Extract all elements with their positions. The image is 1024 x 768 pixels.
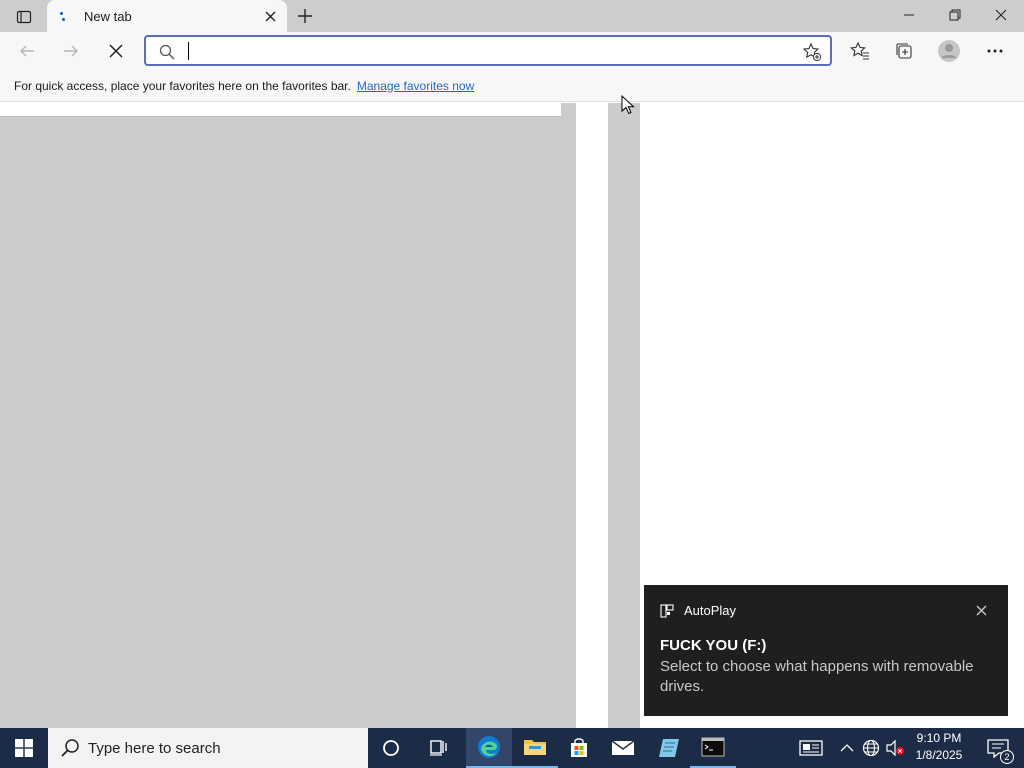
edge-taskbar-button[interactable] bbox=[466, 728, 512, 768]
chevron-up-icon bbox=[840, 744, 854, 752]
minimize-icon bbox=[904, 14, 914, 16]
clock-date: 1/8/2025 bbox=[915, 748, 963, 762]
notification-body: Select to choose what happens with remov… bbox=[660, 658, 974, 695]
tab-title: New tab bbox=[84, 8, 132, 24]
address-bar[interactable] bbox=[144, 35, 832, 66]
avatar-icon bbox=[938, 40, 960, 62]
more-options-icon bbox=[987, 49, 1003, 53]
add-favorite-button[interactable] bbox=[800, 40, 824, 64]
microsoft-store-button[interactable] bbox=[556, 728, 602, 768]
news-widget-button[interactable] bbox=[796, 728, 826, 768]
collections-button[interactable] bbox=[889, 36, 919, 66]
favorites-bar: For quick access, place your favorites h… bbox=[0, 70, 1024, 102]
edge-icon bbox=[478, 736, 500, 758]
terminal-button[interactable] bbox=[690, 728, 736, 768]
cortana-button[interactable] bbox=[368, 728, 414, 768]
favorites-bar-message: For quick access, place your favorites h… bbox=[14, 78, 351, 93]
microsoft-store-icon bbox=[571, 738, 587, 757]
text-caret bbox=[188, 42, 189, 60]
autoplay-notification[interactable]: AutoPlay FUCK YOU (F:) Select to choose … bbox=[644, 585, 1008, 716]
address-input[interactable] bbox=[186, 40, 786, 62]
tab-actions-button[interactable] bbox=[8, 6, 40, 28]
restore-icon bbox=[949, 9, 961, 21]
forward-arrow-icon bbox=[64, 45, 78, 57]
notification-close-button[interactable] bbox=[972, 601, 990, 619]
taskbar: Type here to search 9:10 PM 1/8/2025 2 bbox=[0, 728, 1024, 768]
forward-button[interactable] bbox=[56, 36, 86, 66]
stop-loading-button[interactable] bbox=[101, 36, 131, 66]
cortana-icon bbox=[383, 740, 399, 756]
settings-menu-button[interactable] bbox=[980, 36, 1010, 66]
network-button[interactable] bbox=[860, 728, 882, 768]
search-icon bbox=[61, 739, 79, 757]
notification-count-badge: 2 bbox=[1000, 750, 1014, 764]
autoplay-icon bbox=[660, 603, 674, 618]
blank-gap bbox=[576, 103, 608, 728]
globe-icon bbox=[862, 739, 880, 757]
taskbar-search-box[interactable]: Type here to search bbox=[48, 728, 368, 768]
favorites-button[interactable] bbox=[845, 36, 875, 66]
plus-icon bbox=[298, 9, 312, 23]
blank-panel bbox=[0, 117, 561, 728]
action-center-button[interactable]: 2 bbox=[978, 728, 1018, 768]
notification-header: AutoPlay bbox=[660, 603, 736, 618]
stop-icon bbox=[109, 44, 123, 58]
close-icon bbox=[976, 605, 986, 615]
terminal-icon bbox=[701, 737, 725, 757]
news-icon bbox=[799, 740, 823, 756]
back-button[interactable] bbox=[12, 36, 42, 66]
notification-app-name: AutoPlay bbox=[684, 603, 737, 618]
loading-spinner-icon bbox=[57, 8, 73, 24]
browser-toolbar bbox=[0, 32, 1024, 70]
close-icon bbox=[995, 9, 1007, 21]
task-view-button[interactable] bbox=[416, 728, 462, 768]
tab-new-tab[interactable]: New tab bbox=[47, 0, 287, 32]
system-clock[interactable]: 9:10 PM 1/8/2025 bbox=[908, 730, 970, 766]
mail-icon bbox=[611, 740, 635, 755]
notepad-icon bbox=[659, 739, 679, 757]
restore-button[interactable] bbox=[932, 0, 978, 30]
search-placeholder: Type here to search bbox=[88, 739, 221, 757]
back-arrow-icon bbox=[20, 45, 34, 57]
start-button[interactable] bbox=[0, 728, 48, 768]
browser-titlebar: New tab bbox=[0, 0, 1024, 32]
file-explorer-icon bbox=[524, 740, 546, 755]
show-hidden-icons-button[interactable] bbox=[836, 728, 858, 768]
notepad-button[interactable] bbox=[646, 728, 692, 768]
mail-button[interactable] bbox=[600, 728, 646, 768]
close-window-button[interactable] bbox=[978, 0, 1024, 30]
close-icon bbox=[265, 11, 275, 21]
favorites-icon bbox=[850, 41, 869, 60]
tab-close-button[interactable] bbox=[259, 5, 281, 27]
file-explorer-button[interactable] bbox=[512, 728, 558, 768]
volume-muted-icon bbox=[886, 739, 904, 757]
tab-actions-icon bbox=[16, 10, 32, 24]
clock-time: 9:10 PM bbox=[916, 731, 962, 745]
new-tab-button[interactable] bbox=[292, 4, 318, 28]
task-view-icon bbox=[430, 740, 447, 756]
star-add-icon bbox=[802, 42, 822, 62]
windows-logo-icon bbox=[15, 739, 33, 757]
minimize-button[interactable] bbox=[886, 0, 932, 30]
profile-button[interactable] bbox=[934, 36, 964, 66]
search-icon bbox=[159, 44, 175, 60]
manage-favorites-link[interactable]: Manage favorites now bbox=[357, 79, 474, 93]
loading-strip bbox=[0, 103, 561, 117]
volume-button[interactable] bbox=[884, 728, 906, 768]
blank-divider bbox=[561, 103, 576, 728]
blank-divider bbox=[608, 103, 640, 728]
mouse-cursor-icon bbox=[621, 95, 635, 115]
notification-title: FUCK YOU (F:) bbox=[660, 637, 767, 654]
collections-icon bbox=[896, 43, 912, 59]
